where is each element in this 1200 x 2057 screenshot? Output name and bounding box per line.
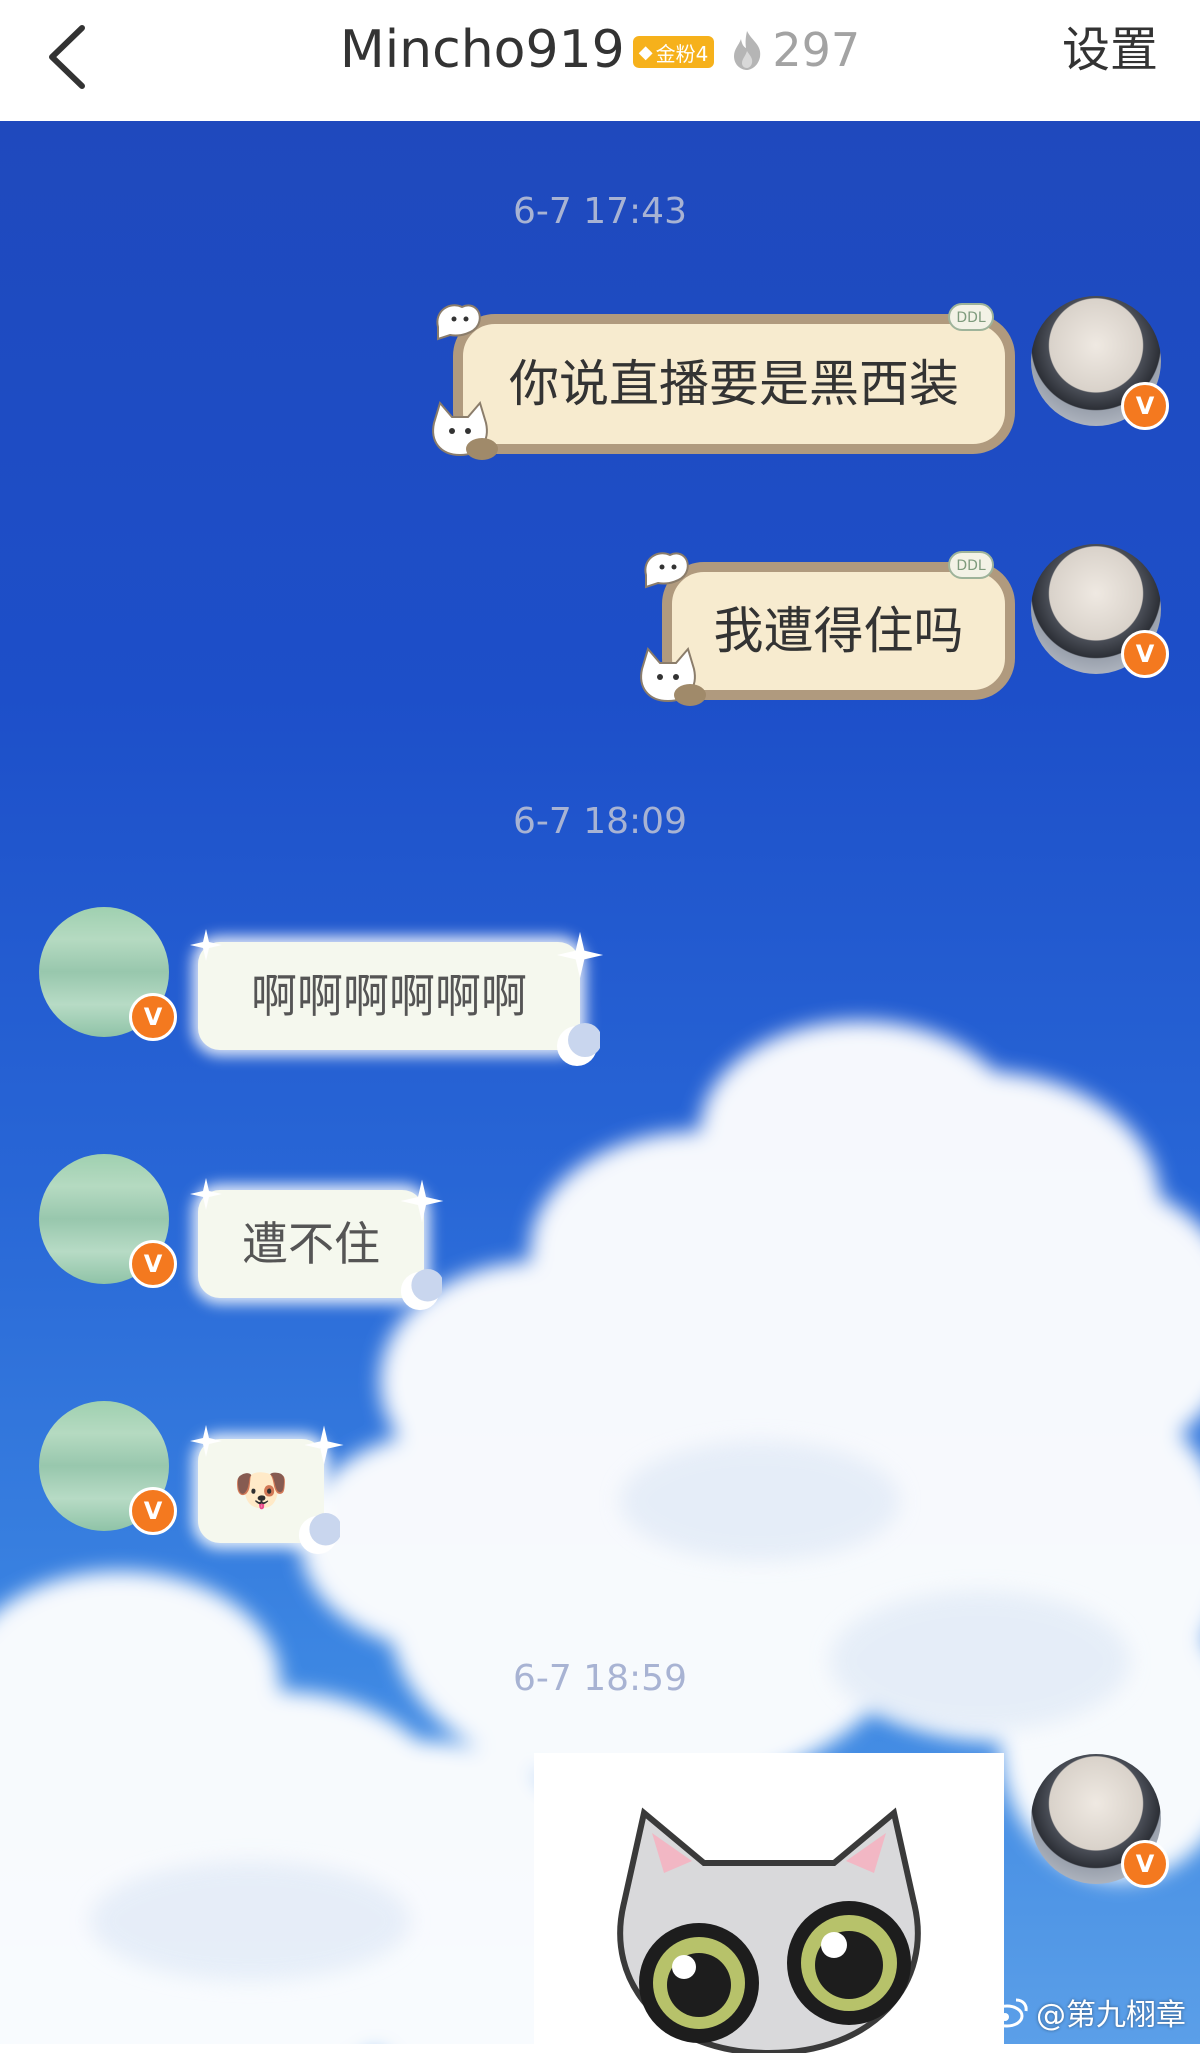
chat-title[interactable]: Mincho919: [340, 24, 625, 76]
moon-icon: [557, 1023, 600, 1066]
weibo-logo-icon: [990, 1998, 1028, 2028]
sparkle-icon: [190, 929, 222, 961]
verified-badge-icon: V: [1121, 630, 1169, 678]
dog-emoji-icon: 🐶: [233, 1465, 289, 1516]
verified-badge-icon: V: [129, 1487, 177, 1535]
timestamp-1: 6-7 17:43: [513, 191, 687, 232]
fan-badge[interactable]: ◆ 金粉4: [632, 36, 715, 68]
verified-badge-icon: V: [1121, 1840, 1169, 1888]
ddl-tag: DDL: [948, 551, 994, 579]
avatar-self[interactable]: V: [1031, 296, 1169, 430]
sparkle-icon: [304, 1425, 344, 1465]
sticker-image[interactable]: [534, 1753, 1004, 2057]
title-group: Mincho919 ◆ 金粉4 297: [0, 0, 1200, 100]
avatar-self[interactable]: V: [1031, 1754, 1169, 1888]
verified-badge-icon: V: [129, 1240, 177, 1288]
moon-icon: [400, 1269, 442, 1311]
message-text: 你说直播要是黑西装: [509, 355, 959, 413]
sparkle-icon: [400, 1179, 444, 1223]
sparkle-icon: [556, 931, 604, 979]
avatar-self[interactable]: V: [1031, 544, 1169, 678]
cat-sticker-icon: [640, 646, 706, 706]
moon-icon: [298, 1513, 340, 1555]
verified-badge-icon: V: [1121, 382, 1169, 430]
avatar-other[interactable]: V: [39, 907, 177, 1041]
flame-icon: [734, 31, 761, 70]
crown-icon: ◆: [638, 41, 653, 63]
cat-sticker-icon: [432, 400, 498, 460]
fan-badge-label: 金粉4: [655, 41, 709, 66]
message-bubble[interactable]: 遭不住: [198, 1190, 424, 1298]
message-bubble[interactable]: 我遭得住吗: [662, 562, 1015, 700]
ghost-sticker-icon: [644, 552, 689, 589]
watermark-text: @第九栩章: [1036, 1998, 1186, 2033]
heat-value: 297: [772, 23, 861, 77]
timestamp-3: 6-7 18:59: [513, 1658, 687, 1699]
avatar-other[interactable]: V: [39, 1401, 177, 1535]
ghost-sticker-icon: [436, 304, 481, 341]
sparkle-icon: [190, 1178, 222, 1210]
avatar-other[interactable]: V: [39, 1154, 177, 1288]
verified-badge-icon: V: [129, 993, 177, 1041]
ddl-tag: DDL: [948, 303, 994, 331]
sparkle-icon: [190, 1425, 222, 1457]
message-text: 我遭得住吗: [713, 602, 964, 660]
message-text: 遭不住: [242, 1217, 380, 1271]
settings-button[interactable]: 设置: [1062, 18, 1158, 82]
cat-face-sticker-icon: [617, 1807, 921, 2057]
message-bubble[interactable]: 你说直播要是黑西装: [453, 314, 1015, 454]
message-bubble[interactable]: 啊啊啊啊啊啊: [198, 942, 580, 1050]
watermark: @第九栩章: [990, 1990, 1186, 2034]
message-text: 啊啊啊啊啊啊: [251, 969, 527, 1023]
timestamp-2: 6-7 18:09: [513, 801, 687, 842]
chat-header: Mincho919 ◆ 金粉4 297 设置: [0, 0, 1200, 121]
